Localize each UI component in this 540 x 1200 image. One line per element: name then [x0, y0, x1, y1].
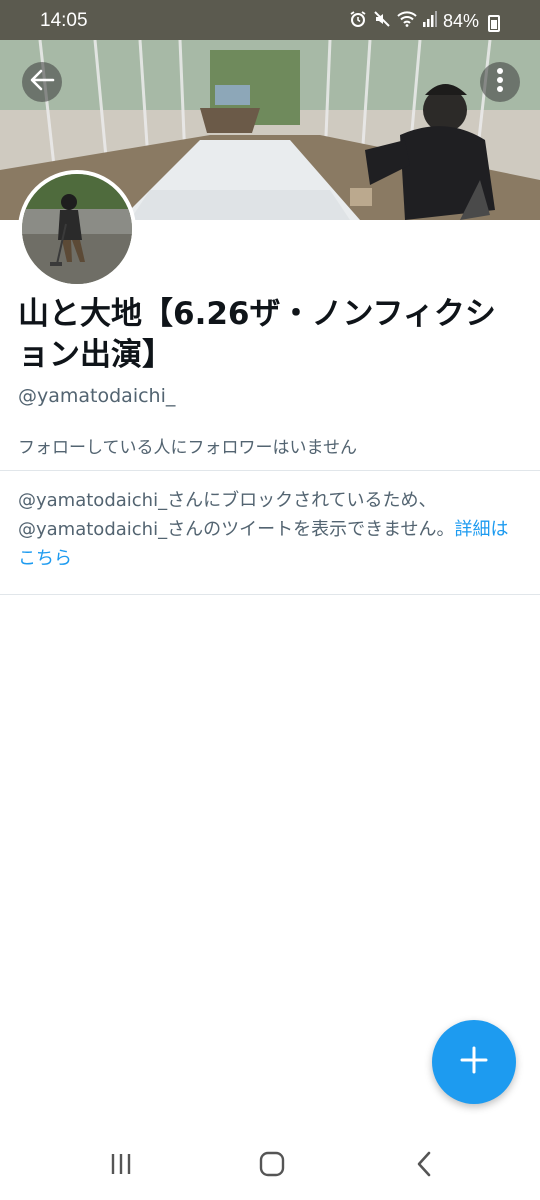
display-name: 山と大地【6.26ザ・ノンフィクション出演】	[18, 296, 496, 373]
home-icon	[259, 1151, 285, 1181]
wifi-icon	[397, 11, 417, 32]
home-button[interactable]	[252, 1150, 292, 1182]
divider	[0, 470, 540, 471]
divider	[0, 594, 540, 595]
battery-level: 84%	[442, 11, 479, 31]
signal-icon	[422, 11, 437, 32]
arrow-left-icon	[29, 69, 55, 95]
followers-you-know-note: フォローしている人にフォロワーはいません	[18, 438, 357, 458]
plus-icon	[459, 1045, 489, 1079]
more-vertical-icon	[496, 67, 504, 97]
avatar[interactable]	[18, 170, 136, 288]
blocked-message: @yamatodaichi_さんにブロックされているため、@yamatodaic…	[18, 486, 518, 573]
recent-apps-icon	[109, 1152, 133, 1180]
blocked-message-text: @yamatodaichi_さんにブロックされているため、@yamatodaic…	[18, 490, 455, 540]
recent-apps-button[interactable]	[101, 1150, 141, 1182]
battery-icon	[488, 15, 500, 32]
mute-icon	[373, 10, 391, 33]
back-nav-button[interactable]	[404, 1150, 444, 1182]
more-options-button[interactable]	[480, 62, 520, 102]
avatar-image	[22, 174, 132, 284]
status-time: 14:05	[40, 10, 88, 31]
back-button[interactable]	[22, 62, 62, 102]
status-bar: 14:05 84%	[0, 0, 540, 40]
compose-tweet-button[interactable]	[432, 1020, 516, 1104]
alarm-icon	[349, 10, 367, 33]
user-handle: @yamatodaichi_	[18, 385, 176, 407]
back-icon	[415, 1151, 433, 1181]
status-icons: 84%	[349, 10, 500, 33]
system-nav-bar	[0, 1130, 540, 1200]
